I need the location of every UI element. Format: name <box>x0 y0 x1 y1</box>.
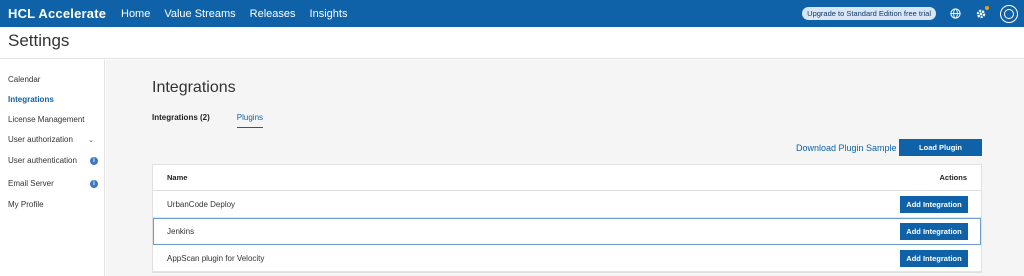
sidebar-item-email-server[interactable]: Email Server i <box>8 179 98 188</box>
plugin-name: AppScan plugin for Velocity <box>167 253 265 263</box>
info-icon[interactable]: i <box>90 156 98 165</box>
user-avatar-icon[interactable] <box>1000 4 1018 23</box>
main-content: Integrations Integrations (2) Plugins Do… <box>106 60 1024 276</box>
column-header-name: Name <box>167 173 188 182</box>
page-title: Settings <box>8 31 70 50</box>
nav-releases[interactable]: Releases <box>250 8 296 20</box>
integrations-tabs: Integrations (2) Plugins <box>152 113 264 128</box>
sidebar-item-label: Integrations <box>8 95 54 104</box>
sidebar-item-license-management[interactable]: License Management <box>8 115 98 124</box>
tab-integrations[interactable]: Integrations (2) <box>152 113 210 128</box>
top-nav-bar: HCL Accelerate Home Value Streams Releas… <box>0 0 1024 27</box>
table-row: Jenkins Add Integration <box>153 218 981 245</box>
load-plugin-button[interactable]: Load Plugin <box>899 139 982 156</box>
sidebar-item-label: Calendar <box>8 75 41 84</box>
info-icon[interactable]: i <box>90 179 98 188</box>
settings-header: Settings <box>0 27 1024 59</box>
table-row: UrbanCode Deploy Add Integration <box>153 191 981 218</box>
nav-insights[interactable]: Insights <box>310 8 348 20</box>
nav-home[interactable]: Home <box>121 8 150 20</box>
add-integration-button[interactable]: Add Integration <box>900 195 968 213</box>
plugin-name: UrbanCode Deploy <box>167 199 236 209</box>
settings-sidebar: Calendar Integrations License Management… <box>0 60 105 276</box>
sidebar-item-integrations[interactable]: Integrations <box>8 95 98 104</box>
globe-icon[interactable] <box>948 7 962 21</box>
sidebar-item-label: User authentication <box>8 156 77 165</box>
section-heading: Integrations <box>152 79 236 96</box>
sidebar-item-label: My Profile <box>8 200 44 209</box>
add-integration-button[interactable]: Add Integration <box>900 249 968 267</box>
tab-plugins[interactable]: Plugins <box>236 113 264 128</box>
main-nav: Home Value Streams Releases Insights <box>121 8 347 20</box>
sidebar-item-label: User authorization <box>8 135 73 144</box>
nav-value-streams[interactable]: Value Streams <box>164 8 235 20</box>
column-header-actions: Actions <box>939 173 967 182</box>
plugins-table: Name Actions UrbanCode Deploy Add Integr… <box>152 164 982 273</box>
sidebar-item-label: License Management <box>8 115 85 124</box>
chevron-down-icon[interactable]: ⌄ <box>88 136 94 144</box>
sidebar-item-my-profile[interactable]: My Profile <box>8 200 98 209</box>
plugin-name: Jenkins <box>167 226 195 236</box>
table-row: AppScan plugin for Velocity Add Integrat… <box>153 245 981 272</box>
sidebar-item-user-authorization[interactable]: User authorization ⌄ <box>8 135 98 144</box>
topbar-actions: Upgrade to Standard Edition free trial <box>802 4 1018 23</box>
add-integration-button[interactable]: Add Integration <box>900 222 968 240</box>
sidebar-item-calendar[interactable]: Calendar <box>8 75 98 84</box>
notification-dot <box>985 5 989 10</box>
table-header: Name Actions <box>153 165 981 191</box>
gear-icon[interactable] <box>974 5 989 21</box>
sidebar-item-label: Email Server <box>8 179 54 188</box>
upgrade-button[interactable]: Upgrade to Standard Edition free trial <box>802 7 936 20</box>
download-plugin-sample-link[interactable]: Download Plugin Sample <box>796 143 897 153</box>
sidebar-item-user-authentication[interactable]: User authentication i <box>8 156 98 165</box>
app-brand[interactable]: HCL Accelerate <box>8 6 121 21</box>
